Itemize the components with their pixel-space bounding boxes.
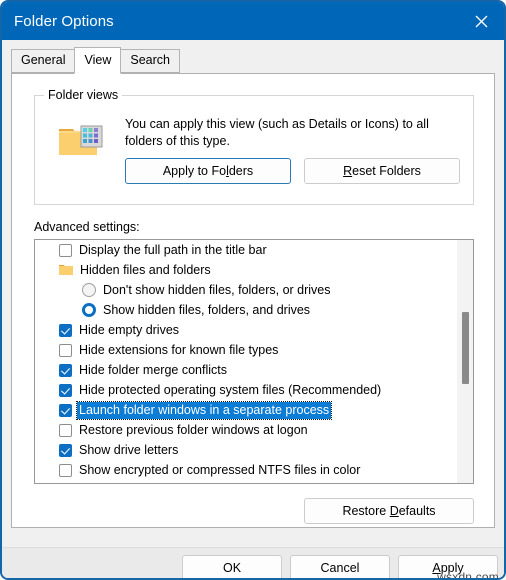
apply-accel: A [432, 561, 441, 575]
advanced-settings-label: Advanced settings: [34, 220, 140, 234]
advanced-settings-rows: Display the full path in the title bar Hi… [35, 240, 455, 483]
ok-button[interactable]: OK [182, 555, 282, 578]
apply-suffix: pply [440, 561, 464, 575]
reset-folders-suffix: eset Folders [352, 164, 421, 178]
advanced-setting-label: Hidden files and folders [80, 263, 211, 277]
advanced-setting-label: Show pop-up description for folder and d… [79, 482, 374, 483]
checkbox-checked-icon[interactable] [59, 383, 72, 397]
restore-defaults-suffix: efaults [398, 504, 436, 518]
advanced-setting-row[interactable]: Display the full path in the title bar [35, 240, 455, 260]
folder-options-dialog: Folder Options General View Search Folde… [0, 0, 506, 580]
advanced-setting-label: Hide empty drives [79, 323, 180, 337]
checkbox-checked-icon[interactable] [59, 443, 72, 457]
title-bar: Folder Options [2, 2, 504, 40]
advanced-setting-label: Display the full path in the title bar [79, 243, 267, 257]
checkbox-checked-icon[interactable] [59, 323, 72, 337]
advanced-setting-row[interactable]: Hide empty drives [35, 320, 455, 340]
reset-folders-button[interactable]: Reset Folders [304, 158, 460, 184]
advanced-settings-list[interactable]: Display the full path in the title bar Hi… [34, 239, 474, 484]
advanced-setting-row[interactable]: Launch folder windows in a separate proc… [35, 400, 455, 420]
cancel-button[interactable]: Cancel [290, 555, 390, 578]
advanced-setting-label: Hide folder merge conflicts [79, 363, 227, 377]
advanced-settings-scrollbar[interactable] [456, 240, 473, 483]
advanced-setting-label: Hide extensions for known file types [79, 343, 279, 357]
advanced-setting-label: Don't show hidden files, folders, or dri… [103, 283, 331, 297]
folder-view-icon [57, 121, 103, 161]
reset-folders-accel: R [343, 164, 353, 178]
checkbox-checked-icon[interactable] [59, 363, 72, 377]
advanced-setting-row[interactable]: Hidden files and folders [35, 260, 455, 280]
close-icon [474, 14, 489, 29]
checkbox-unchecked-icon[interactable] [59, 343, 72, 357]
checkbox-unchecked-icon[interactable] [59, 423, 72, 437]
folder-icon[interactable] [59, 264, 73, 276]
tab-strip: General View Search [11, 47, 504, 74]
restore-defaults-button[interactable]: Restore Defaults [304, 498, 474, 524]
advanced-setting-row[interactable]: Don't show hidden files, folders, or dri… [35, 280, 455, 300]
tab-search[interactable]: Search [120, 49, 180, 73]
tab-view[interactable]: View [74, 47, 122, 74]
advanced-setting-row[interactable]: Restore previous folder windows at logon [35, 420, 455, 440]
advanced-setting-row[interactable]: Hide folder merge conflicts [35, 360, 455, 380]
checkbox-unchecked-icon[interactable] [59, 243, 72, 257]
apply-to-folders-suffix: ders [228, 164, 254, 178]
advanced-setting-row[interactable]: Hide protected operating system files (R… [35, 380, 455, 400]
folder-views-label: Folder views [44, 88, 123, 102]
apply-to-folders-button[interactable]: Apply to Folders [125, 158, 291, 184]
advanced-setting-label: Restore previous folder windows at logon [79, 423, 308, 437]
restore-defaults-accel: D [389, 504, 399, 518]
view-tab-panel: Folder views You can apply this view (su… [11, 73, 495, 528]
window-title: Folder Options [14, 12, 114, 30]
apply-button[interactable]: Apply [398, 555, 498, 578]
checkbox-unchecked-icon[interactable] [59, 463, 72, 477]
scrollbar-thumb[interactable] [462, 312, 469, 384]
close-button[interactable] [458, 2, 504, 40]
folder-views-group: Folder views You can apply this view (su… [34, 88, 474, 205]
advanced-setting-row[interactable]: Show hidden files, folders, and drives [35, 300, 455, 320]
dialog-footer: OK Cancel Apply wsxdn.com [2, 547, 504, 578]
advanced-setting-row[interactable]: Show pop-up description for folder and d… [35, 480, 455, 483]
advanced-setting-label: Launch folder windows in a separate proc… [75, 400, 333, 420]
apply-to-folders-prefix: Apply to Fo [162, 164, 227, 178]
advanced-setting-row[interactable]: Hide extensions for known file types [35, 340, 455, 360]
checkbox-checked-icon[interactable] [59, 403, 72, 417]
dialog-body: General View Search Folder views You can… [2, 47, 504, 547]
radio-selected-icon[interactable] [82, 303, 96, 317]
radio-unselected-icon[interactable] [82, 283, 96, 297]
advanced-setting-label: Hide protected operating system files (R… [79, 383, 382, 397]
folder-views-description: You can apply this view (such as Details… [125, 117, 429, 148]
restore-defaults-prefix: Restore [342, 504, 390, 518]
advanced-setting-label: Show encrypted or compressed NTFS files … [79, 463, 361, 477]
advanced-setting-row[interactable]: Show encrypted or compressed NTFS files … [35, 460, 455, 480]
advanced-setting-label: Show drive letters [79, 443, 179, 457]
advanced-setting-row[interactable]: Show drive letters [35, 440, 455, 460]
tab-general[interactable]: General [11, 49, 76, 73]
advanced-setting-label: Show hidden files, folders, and drives [103, 303, 311, 317]
